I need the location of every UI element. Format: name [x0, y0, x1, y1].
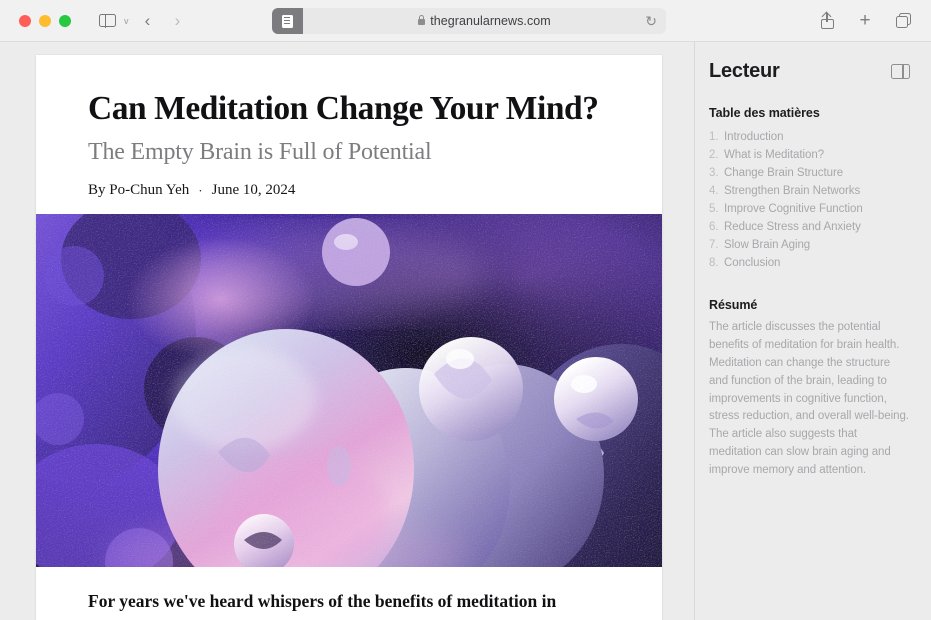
summary-heading: Résumé: [709, 298, 758, 313]
toc-label: Introduction: [724, 131, 784, 143]
sidebar-header: Lecteur: [709, 60, 910, 83]
list-item[interactable]: 1. Introduction: [709, 128, 910, 146]
minimize-window-button[interactable]: [39, 14, 51, 27]
article-byline: By Po-Chun Yeh · June 10, 2024: [88, 182, 610, 199]
browser-window: v ‹ › thegranularnews.com ↻ + Can Medita…: [0, 0, 931, 620]
sidebar-toggle-button[interactable]: [93, 8, 121, 34]
reader-sidebar: Lecteur Table des matières 1. Introducti…: [694, 42, 931, 620]
tabs-icon: [895, 13, 911, 28]
toc-label: Improve Cognitive Function: [724, 203, 863, 216]
forward-button[interactable]: ›: [164, 8, 192, 34]
summary-text: The article discusses the potential bene…: [709, 321, 909, 476]
sidebar-title: Lecteur: [709, 60, 780, 82]
article-subheadline: The Empty Brain is Full of Potential: [88, 138, 432, 165]
back-button[interactable]: ‹: [134, 8, 162, 34]
plus-icon: +: [859, 10, 871, 31]
list-item[interactable]: 3. Change Brain Structure: [709, 164, 910, 182]
article-hero-image: [36, 214, 662, 568]
maximize-window-button[interactable]: [59, 14, 71, 27]
lock-icon: [418, 15, 426, 25]
article-headline: Can Meditation Change Your Mind?: [88, 90, 599, 127]
toc-label: Strengthen Brain Networks: [724, 185, 861, 198]
toc-number: 4.: [709, 185, 719, 198]
article-header: Can Meditation Change Your Mind? The Emp…: [36, 55, 662, 199]
table-of-contents: 1. Introduction 2. What is Meditation? 3…: [709, 128, 910, 272]
byline-separator: ·: [198, 182, 203, 198]
reload-button[interactable]: ↻: [645, 14, 657, 28]
chevron-right-icon: ›: [174, 11, 181, 30]
list-item[interactable]: 6. Reduce Stress and Anxiety: [709, 218, 910, 236]
url-content: thegranularnews.com: [418, 14, 551, 28]
list-item[interactable]: 7. Slow Brain Aging: [709, 236, 910, 254]
url-text: thegranularnews.com: [430, 14, 551, 28]
hero-illustration: [36, 214, 662, 568]
window-controls: [0, 14, 71, 27]
toc-number: 7.: [709, 239, 719, 252]
toc-number: 8.: [709, 257, 719, 270]
reader-icon: [282, 14, 293, 28]
chevron-left-icon: ‹: [144, 11, 151, 30]
new-tab-button[interactable]: +: [851, 8, 879, 34]
navigation-controls: v ‹ ›: [93, 8, 192, 34]
list-item[interactable]: 4. Strengthen Brain Networks: [709, 182, 910, 200]
toc-label: Reduce Stress and Anxiety: [724, 221, 861, 234]
web-page-viewport[interactable]: Can Meditation Change Your Mind? The Emp…: [0, 42, 694, 620]
chevron-down-icon[interactable]: v: [124, 16, 129, 26]
panel-toggle-icon[interactable]: [891, 63, 910, 80]
close-window-button[interactable]: [19, 14, 31, 27]
toc-heading: Table des matières: [709, 106, 820, 120]
toc-number: 3.: [709, 167, 719, 180]
share-button[interactable]: [813, 8, 841, 34]
toc-number: 2.: [709, 149, 719, 162]
article-body-paragraph: For years we've heard whispers of the be…: [88, 591, 577, 620]
address-bar: thegranularnews.com ↻: [272, 8, 666, 34]
tab-overview-button[interactable]: [889, 8, 917, 34]
author-name: By Po-Chun Yeh: [88, 182, 190, 199]
share-icon: [820, 11, 834, 29]
toc-label: Change Brain Structure: [724, 167, 844, 180]
publish-date: June 10, 2024: [211, 182, 296, 199]
reader-mode-button[interactable]: [272, 8, 303, 34]
list-item[interactable]: 2. What is Meditation?: [709, 146, 910, 164]
url-input[interactable]: thegranularnews.com ↻: [303, 8, 666, 34]
browser-toolbar: v ‹ › thegranularnews.com ↻ +: [0, 0, 931, 42]
toc-number: 6.: [709, 221, 719, 234]
article-container: Can Meditation Change Your Mind? The Emp…: [36, 55, 662, 620]
toc-label: Conclusion: [724, 257, 781, 270]
toolbar-right-actions: +: [813, 8, 917, 34]
toc-label: Slow Brain Aging: [724, 239, 811, 252]
toc-number: 5.: [709, 203, 719, 216]
toc-number: 1.: [709, 131, 719, 143]
sidebar-icon: [98, 13, 116, 28]
toc-label: What is Meditation?: [724, 149, 825, 162]
list-item[interactable]: 5. Improve Cognitive Function: [709, 200, 910, 218]
content-area: Can Meditation Change Your Mind? The Emp…: [0, 42, 931, 620]
list-item[interactable]: 8. Conclusion: [709, 254, 910, 272]
share-arrow-icon: [821, 11, 832, 22]
